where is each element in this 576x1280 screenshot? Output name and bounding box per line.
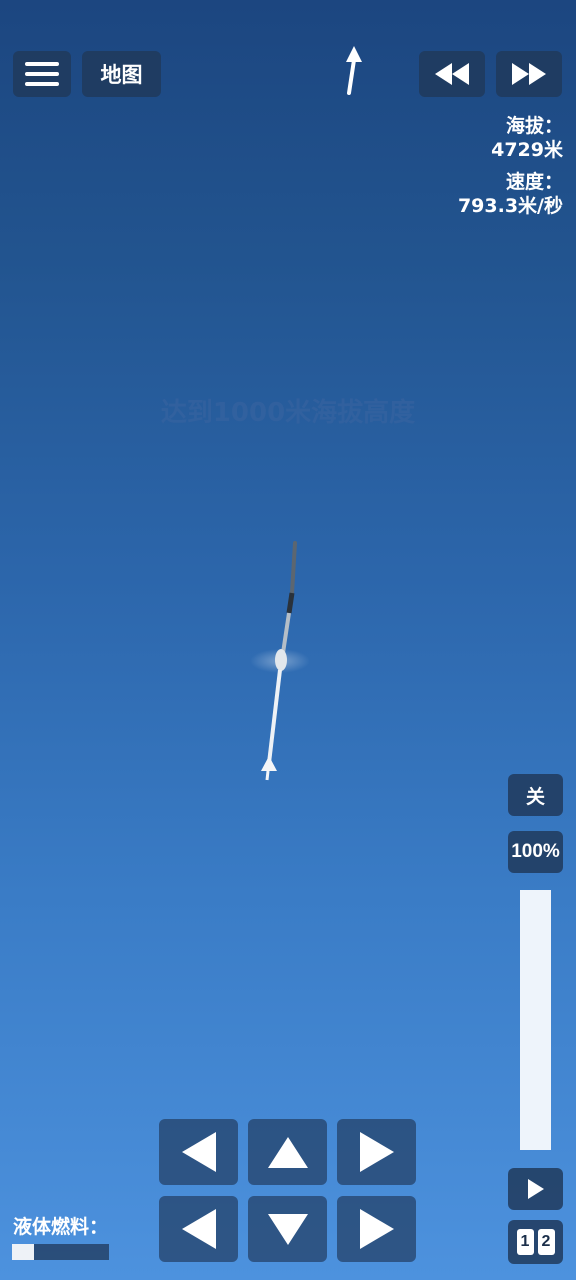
engine-toggle-button[interactable]: 关 <box>508 774 563 816</box>
fuel-label: 液体燃料： <box>13 1216 109 1238</box>
left-arrow-icon <box>181 1209 216 1249</box>
page-number-2: 2 <box>537 1229 555 1255</box>
down-arrow-icon <box>267 1213 308 1245</box>
rocket <box>250 541 310 781</box>
menu-icon-bar <box>25 82 59 86</box>
fast-forward-icon <box>512 63 546 85</box>
telemetry-panel: 海拔： 4729米 速度： 793.3米/秒 <box>458 114 563 218</box>
fuel-fill <box>12 1244 35 1260</box>
stage-button[interactable] <box>508 1168 563 1210</box>
menu-button[interactable] <box>13 51 71 97</box>
altitude-label: 海拔： <box>505 115 563 137</box>
heading-arrow-icon <box>346 46 362 95</box>
rotate-left-button[interactable] <box>159 1119 238 1185</box>
page-switch-button[interactable]: 1 2 <box>508 1220 563 1264</box>
throttle-max-button[interactable]: 100% <box>508 831 563 873</box>
menu-icon-bar <box>25 72 59 76</box>
pitch-down-button[interactable] <box>248 1196 327 1262</box>
fast-forward-button[interactable] <box>496 51 562 97</box>
right-arrow-icon <box>359 1209 394 1249</box>
altitude-value: 4729米 <box>491 139 563 161</box>
menu-icon-bar <box>25 62 59 66</box>
play-stage-icon <box>527 1179 544 1199</box>
rewind-button[interactable] <box>419 51 485 97</box>
map-button[interactable]: 地图 <box>82 51 161 97</box>
translate-left-button[interactable] <box>159 1196 238 1262</box>
throttle-fill <box>520 890 551 1150</box>
page-number-1: 1 <box>516 1229 534 1255</box>
up-arrow-icon <box>267 1136 308 1168</box>
speed-value: 793.3米/秒 <box>457 195 563 217</box>
right-arrow-icon <box>359 1132 394 1172</box>
rotate-right-button[interactable] <box>337 1119 416 1185</box>
fuel-gauge <box>12 1244 109 1260</box>
pitch-up-button[interactable] <box>248 1119 327 1185</box>
throttle-slider[interactable] <box>520 890 551 1150</box>
left-arrow-icon <box>181 1132 216 1172</box>
speed-label: 速度： <box>505 171 563 193</box>
objective-text: 达到1000米海拔高度 <box>160 398 416 428</box>
rewind-icon <box>435 63 469 85</box>
translate-right-button[interactable] <box>337 1196 416 1262</box>
